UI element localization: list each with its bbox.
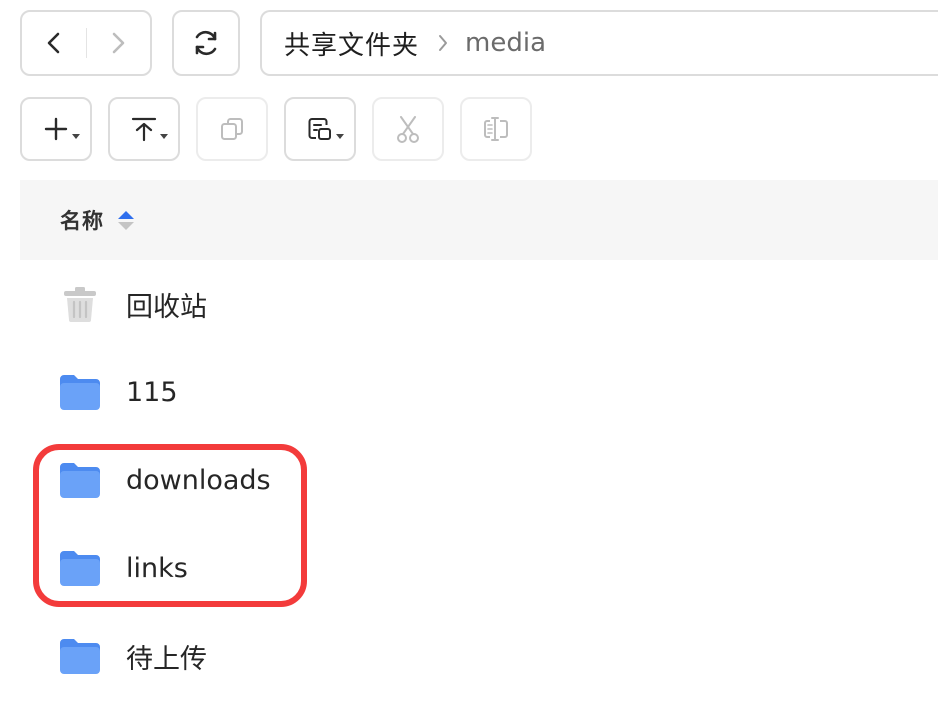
rename-icon [484, 117, 508, 141]
list-item[interactable]: links [20, 524, 938, 612]
chevron-right-icon [112, 32, 125, 54]
list-item-recycle-bin[interactable]: 回收站 [20, 260, 938, 348]
column-name-header[interactable]: 名称 [60, 205, 104, 235]
item-name: 115 [126, 376, 178, 408]
cut-button[interactable] [372, 97, 444, 161]
item-name: links [126, 552, 188, 584]
rename-button[interactable] [460, 97, 532, 161]
sort-down-arrow [118, 221, 134, 230]
breadcrumb-root[interactable]: 共享文件夹 [284, 25, 419, 62]
new-button[interactable] [20, 97, 92, 161]
dropdown-caret-icon [336, 134, 344, 139]
copy-button[interactable] [196, 97, 268, 161]
list-item[interactable]: 待上传 [20, 612, 938, 700]
trash-icon [58, 282, 102, 326]
plus-icon [44, 117, 68, 141]
folder-icon [58, 370, 102, 414]
item-name: 待上传 [126, 643, 207, 675]
list-item[interactable]: 115 [20, 348, 938, 436]
folder-icon [58, 634, 102, 678]
copy-icon [221, 118, 243, 140]
back-button[interactable] [22, 12, 86, 74]
upload-button[interactable] [108, 97, 180, 161]
history-nav [20, 10, 152, 76]
item-name: 回收站 [126, 291, 207, 323]
move-button[interactable] [284, 97, 356, 161]
refresh-button[interactable] [172, 10, 240, 76]
breadcrumb-separator [437, 34, 449, 52]
scissors-icon [397, 116, 419, 143]
refresh-icon [195, 30, 217, 56]
dropdown-caret-icon [160, 134, 168, 139]
chevron-right-icon [439, 35, 448, 51]
sort-up-arrow [118, 210, 134, 219]
move-icon [308, 118, 331, 140]
breadcrumb-current[interactable]: media [465, 28, 546, 58]
forward-button[interactable] [87, 12, 151, 74]
item-name: downloads [126, 464, 271, 496]
chevron-left-icon [47, 32, 60, 54]
folder-icon [58, 458, 102, 502]
dropdown-caret-icon [72, 134, 80, 139]
sort-ascending-icon[interactable] [118, 210, 134, 230]
folder-icon [58, 546, 102, 590]
list-item[interactable]: downloads [20, 436, 938, 524]
list-header: 名称 [20, 180, 938, 260]
breadcrumb[interactable]: 共享文件夹 media [260, 10, 938, 76]
file-manager: 共享文件夹 media 名称 回收站 115 downloads links 待… [0, 0, 938, 718]
upload-icon [131, 117, 157, 142]
